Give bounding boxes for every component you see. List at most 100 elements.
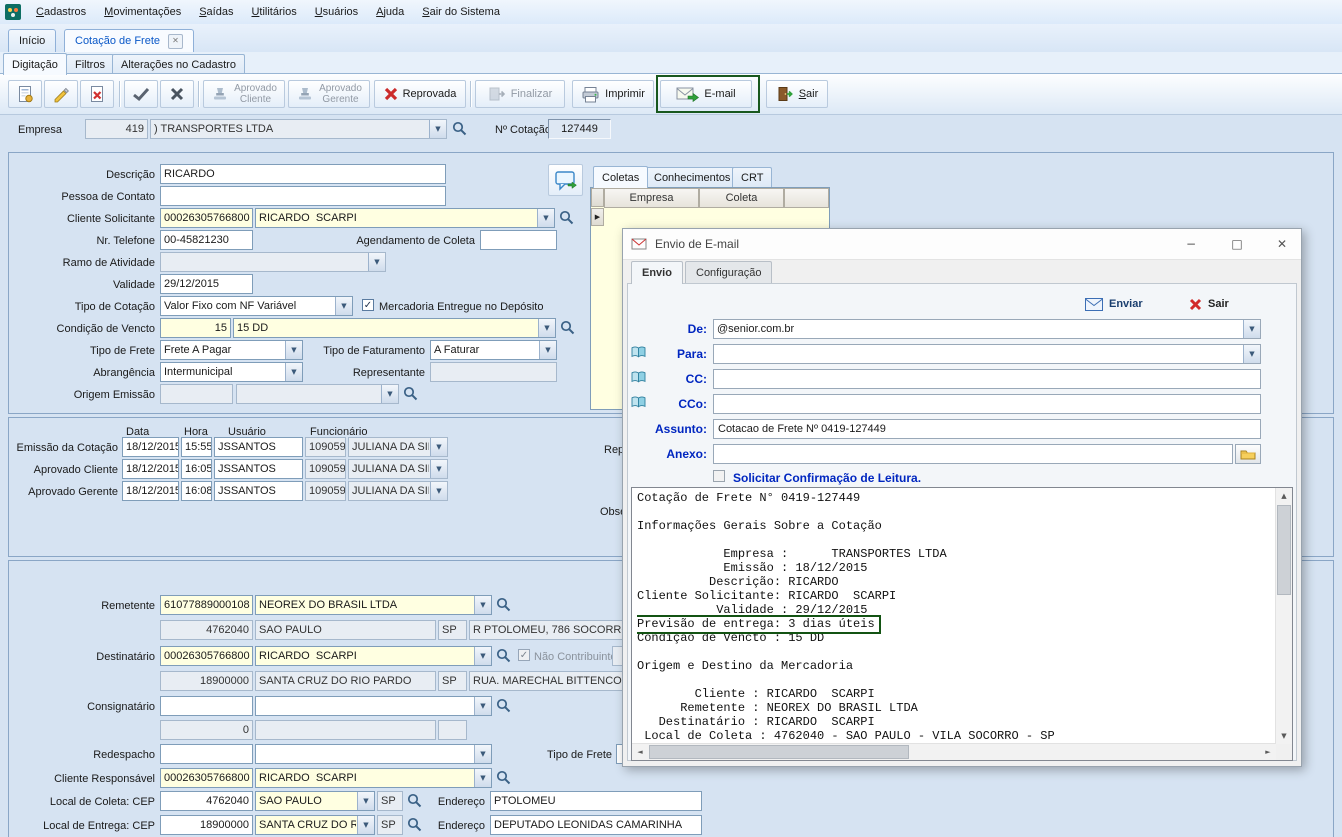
aprovado-gerente-hora[interactable]: 16:08 [181, 481, 212, 501]
chevron-down-icon[interactable]: ▼ [381, 385, 398, 403]
local-coleta-cidade-combo[interactable]: SAO PAULO ▼ [255, 791, 375, 811]
origem-combo[interactable]: ▼ [236, 384, 399, 404]
search-icon[interactable] [452, 121, 468, 137]
chevron-down-icon[interactable]: ▼ [1243, 320, 1260, 338]
search-icon[interactable] [496, 698, 512, 714]
emissao-data[interactable]: 18/12/2015 [122, 437, 179, 457]
chevron-down-icon[interactable]: ▼ [474, 647, 491, 665]
emissao-func-combo[interactable]: JULIANA DA SILVA S ▼ [348, 437, 448, 457]
remetente-combo[interactable]: NEOREX DO BRASIL LTDA ▼ [255, 595, 492, 615]
search-icon[interactable] [496, 648, 512, 664]
search-icon[interactable] [496, 770, 512, 786]
finalizar-button[interactable]: Finalizar [475, 80, 565, 108]
de-combo[interactable]: @senior.com.br ▼ [713, 319, 1261, 339]
row-selector-icon[interactable]: ▶ [591, 208, 604, 226]
dialog-tab-configuracao[interactable]: Configuração [685, 261, 772, 283]
confirm-button[interactable] [124, 80, 158, 108]
condicao-code-field[interactable]: 15 [160, 318, 231, 338]
chevron-down-icon[interactable]: ▼ [1243, 345, 1260, 363]
redespacho-combo[interactable]: ▼ [255, 744, 492, 764]
origem-code-field[interactable] [160, 384, 233, 404]
menu-sair-do-sistema[interactable]: Sair do Sistema [413, 1, 509, 24]
scroll-down-icon[interactable]: ▼ [1276, 728, 1292, 744]
descricao-field[interactable]: RICARDO [160, 164, 446, 184]
vertical-scroll-thumb[interactable] [1277, 505, 1291, 595]
nao-contribuinte-checkbox[interactable]: ✓ [518, 649, 530, 661]
address-book-icon[interactable] [631, 346, 646, 358]
mercadoria-checkbox[interactable]: ✓ [362, 299, 374, 311]
dialog-sair-button[interactable]: Sair [1185, 293, 1233, 315]
anexo-field[interactable] [713, 444, 1233, 464]
close-tab-icon[interactable]: ✕ [168, 34, 183, 49]
cancel-button[interactable] [160, 80, 194, 108]
search-icon[interactable] [560, 320, 576, 336]
destinatario-code[interactable]: 00026305766800 [160, 646, 253, 666]
menu-utilitarios[interactable]: Utilitários [242, 1, 305, 24]
tab-filtros[interactable]: Filtros [66, 54, 114, 75]
email-button[interactable]: E-mail [660, 80, 752, 108]
address-book-icon[interactable] [631, 396, 646, 408]
chevron-down-icon[interactable]: ▼ [357, 792, 374, 810]
aprovado-gerente-button[interactable]: AprovadoGerente [288, 80, 370, 108]
cliente-solicitante-combo[interactable]: RICARDO SCARPI ▼ [255, 208, 555, 228]
menu-saidas[interactable]: Saídas [190, 1, 242, 24]
chevron-down-icon[interactable]: ▼ [430, 438, 447, 456]
cliente-responsavel-combo[interactable]: RICARDO SCARPI ▼ [255, 768, 492, 788]
tab-inicio[interactable]: Início [8, 29, 56, 52]
redespacho-code[interactable] [160, 744, 253, 764]
email-body-area[interactable]: Cotação de Frete N° 0419-127449 Informaç… [631, 487, 1293, 761]
confirmacao-leitura-checkbox[interactable] [713, 470, 725, 482]
chevron-down-icon[interactable]: ▼ [357, 816, 374, 834]
agendamento-field[interactable] [480, 230, 557, 250]
horizontal-scrollbar[interactable]: ◄ ► [632, 743, 1276, 760]
search-icon[interactable] [496, 597, 512, 613]
cliente-solicitante-code[interactable]: 00026305766800 [160, 208, 253, 228]
chevron-down-icon[interactable]: ▼ [368, 253, 385, 271]
scroll-up-icon[interactable]: ▲ [1276, 488, 1292, 504]
pessoa-contato-field[interactable] [160, 186, 446, 206]
cc-field[interactable] [713, 369, 1261, 389]
condicao-combo[interactable]: 15 DD ▼ [233, 318, 556, 338]
chevron-down-icon[interactable]: ▼ [474, 596, 491, 614]
enviar-button[interactable]: Enviar [1081, 293, 1147, 315]
aprovado-gerente-data[interactable]: 18/12/2015 [122, 481, 179, 501]
grid-header-empresa[interactable]: Empresa [604, 188, 699, 208]
aprovado-cliente-hora[interactable]: 16:05 [181, 459, 212, 479]
chat-bubble-button[interactable] [548, 164, 583, 196]
emissao-hora[interactable]: 15:55 [181, 437, 212, 457]
horizontal-scroll-thumb[interactable] [649, 745, 909, 759]
scroll-left-icon[interactable]: ◄ [632, 744, 648, 760]
search-icon[interactable] [403, 386, 419, 402]
chevron-down-icon[interactable]: ▼ [474, 697, 491, 715]
empresa-code-field[interactable]: 419 [85, 119, 148, 139]
consignatario-combo[interactable]: ▼ [255, 696, 492, 716]
menu-cadastros[interactable]: Cadastros [27, 1, 95, 24]
chevron-down-icon[interactable]: ▼ [285, 363, 302, 381]
vertical-scrollbar[interactable]: ▲ ▼ [1275, 488, 1292, 744]
scroll-right-icon[interactable]: ► [1260, 744, 1276, 760]
destinatario-combo[interactable]: RICARDO SCARPI ▼ [255, 646, 492, 666]
chevron-down-icon[interactable]: ▼ [429, 120, 446, 138]
close-icon[interactable]: ✕ [1264, 229, 1300, 258]
chevron-down-icon[interactable]: ▼ [335, 297, 352, 315]
search-icon[interactable] [407, 817, 423, 833]
aprovado-cliente-usuario[interactable]: JSSANTOS [214, 459, 303, 479]
browse-attachment-button[interactable] [1235, 444, 1261, 464]
tab-alteracoes-cadastro[interactable]: Alterações no Cadastro [112, 54, 245, 75]
menu-usuarios[interactable]: Usuários [306, 1, 367, 24]
cco-field[interactable] [713, 394, 1261, 414]
local-coleta-cep[interactable]: 4762040 [160, 791, 253, 811]
aprovado-cliente-func-id[interactable]: 109059 [305, 459, 346, 479]
chevron-down-icon[interactable]: ▼ [538, 319, 555, 337]
aprovado-cliente-button[interactable]: AprovadoCliente [203, 80, 285, 108]
chevron-down-icon[interactable]: ▼ [537, 209, 554, 227]
menu-movimentacoes[interactable]: Movimentações [95, 1, 190, 24]
abrangencia-combo[interactable]: Intermunicipal ▼ [160, 362, 303, 382]
tab-digitacao[interactable]: Digitação [3, 53, 67, 75]
telefone-field[interactable]: 00-45821230 [160, 230, 253, 250]
chevron-down-icon[interactable]: ▼ [474, 769, 491, 787]
grid-header-coleta[interactable]: Coleta [699, 188, 784, 208]
aprovado-gerente-usuario[interactable]: JSSANTOS [214, 481, 303, 501]
menu-ajuda[interactable]: Ajuda [367, 1, 413, 24]
tipo-cotacao-combo[interactable]: Valor Fixo com NF Variável ▼ [160, 296, 353, 316]
